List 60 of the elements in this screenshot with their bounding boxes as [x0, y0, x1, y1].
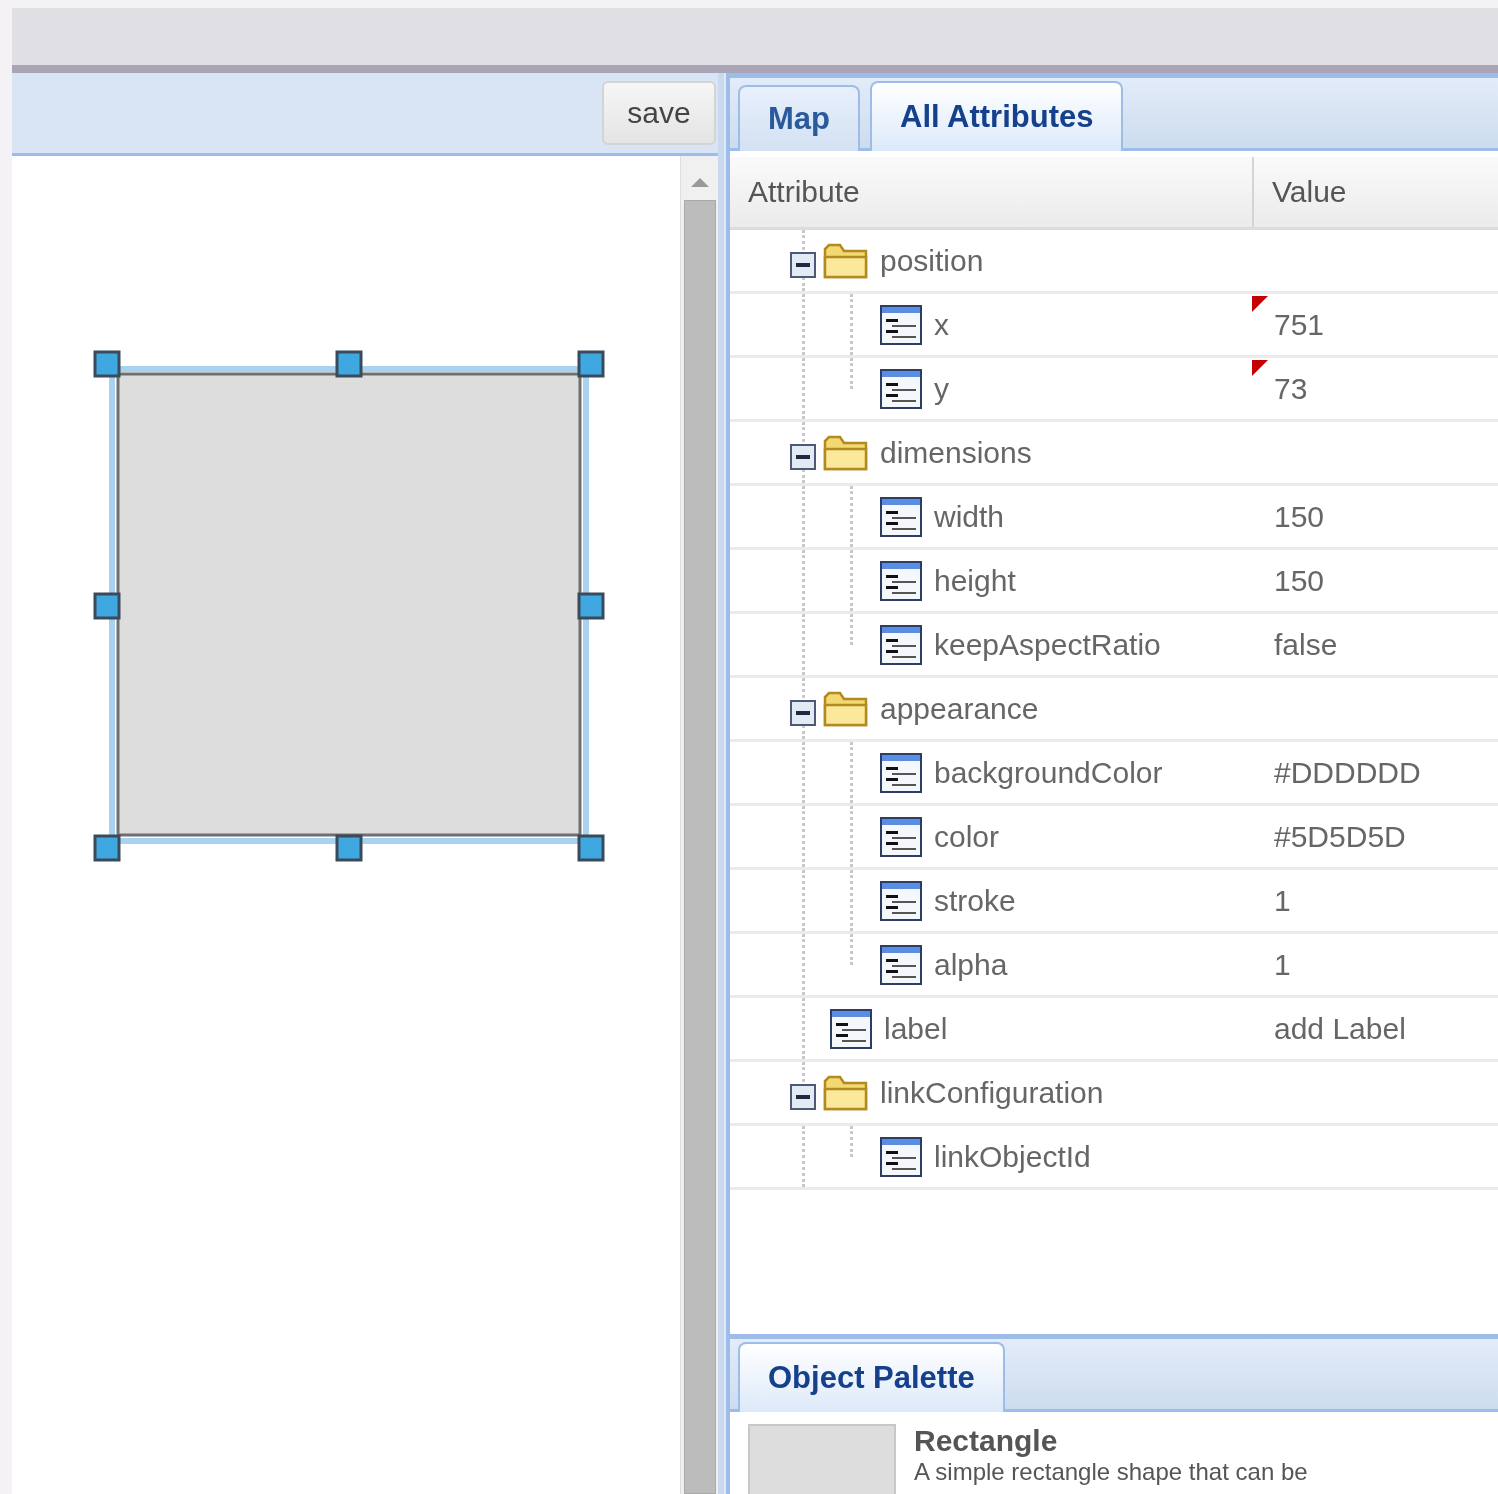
- table-row[interactable]: alpha 1: [730, 934, 1498, 998]
- tab[interactable]: Map: [738, 85, 860, 151]
- table-row[interactable]: width 150: [730, 486, 1498, 550]
- palette-item-title[interactable]: Rectangle: [914, 1424, 1308, 1458]
- palette-item-description: A simple rectangle shape that can be: [914, 1458, 1308, 1486]
- collapse-icon[interactable]: [790, 251, 816, 278]
- table-row[interactable]: backgroundColor #DDDDDD: [730, 742, 1498, 806]
- attribute-name: stroke: [934, 883, 1016, 918]
- table-row[interactable]: stroke 1: [730, 870, 1498, 934]
- attribute-value: 73: [1274, 371, 1308, 406]
- table-row[interactable]: height 150: [730, 550, 1498, 614]
- property-icon: [880, 624, 922, 665]
- property-icon: [880, 816, 922, 857]
- scrollbar[interactable]: [680, 156, 718, 1494]
- attribute-value: 1: [1274, 947, 1291, 982]
- attribute-value: 150: [1274, 563, 1325, 598]
- attribute-name: linkObjectId: [934, 1139, 1091, 1174]
- attribute-value: #5D5D5D: [1274, 819, 1406, 854]
- collapse-icon[interactable]: [790, 1083, 816, 1110]
- tab[interactable]: All Attributes: [870, 81, 1124, 151]
- attribute-name: x: [934, 307, 949, 342]
- attribute-name: position: [880, 243, 984, 278]
- attribute-value: false: [1274, 627, 1338, 662]
- attribute-name: dimensions: [880, 435, 1032, 470]
- tab[interactable]: Object Palette: [738, 1342, 1005, 1412]
- table-row[interactable]: linkObjectId: [730, 1126, 1498, 1190]
- property-icon: [880, 304, 922, 345]
- property-icon: [880, 1136, 922, 1177]
- property-icon: [880, 368, 922, 409]
- attribute-name: label: [884, 1011, 948, 1046]
- property-icon: [880, 752, 922, 793]
- attribute-name: height: [934, 563, 1016, 598]
- attribute-name: appearance: [880, 691, 1039, 726]
- property-icon: [830, 1008, 872, 1049]
- property-icon: [880, 880, 922, 921]
- table-row[interactable]: color #5D5D5D: [730, 806, 1498, 870]
- attribute-name: y: [934, 371, 949, 406]
- property-icon: [880, 496, 922, 537]
- attribute-name: color: [934, 819, 1000, 854]
- table-row[interactable]: keepAspectRatio false: [730, 614, 1498, 678]
- attribute-value: add Label: [1274, 1011, 1406, 1046]
- table-row[interactable]: label add Label: [730, 998, 1498, 1062]
- save-button[interactable]: save: [602, 81, 716, 145]
- attribute-name: width: [934, 499, 1005, 534]
- attribute-name: linkConfiguration: [880, 1075, 1104, 1110]
- collapse-icon[interactable]: [790, 443, 816, 470]
- scrollbar-thumb[interactable]: [683, 200, 716, 1494]
- attribute-name: backgroundColor: [934, 755, 1163, 790]
- collapse-icon[interactable]: [790, 699, 816, 726]
- column-header[interactable]: Attribute: [730, 157, 1254, 227]
- attribute-value: #DDDDDD: [1274, 755, 1421, 790]
- column-header[interactable]: Value: [1254, 157, 1347, 227]
- attribute-name: alpha: [934, 947, 1008, 982]
- attribute-value: 751: [1274, 307, 1325, 342]
- attribute-value: 1: [1274, 883, 1291, 918]
- attribute-name: keepAspectRatio: [934, 627, 1161, 662]
- rectangle-swatch[interactable]: [748, 1424, 896, 1494]
- property-icon: [880, 560, 922, 601]
- attribute-value: 150: [1274, 499, 1325, 534]
- property-icon: [880, 944, 922, 985]
